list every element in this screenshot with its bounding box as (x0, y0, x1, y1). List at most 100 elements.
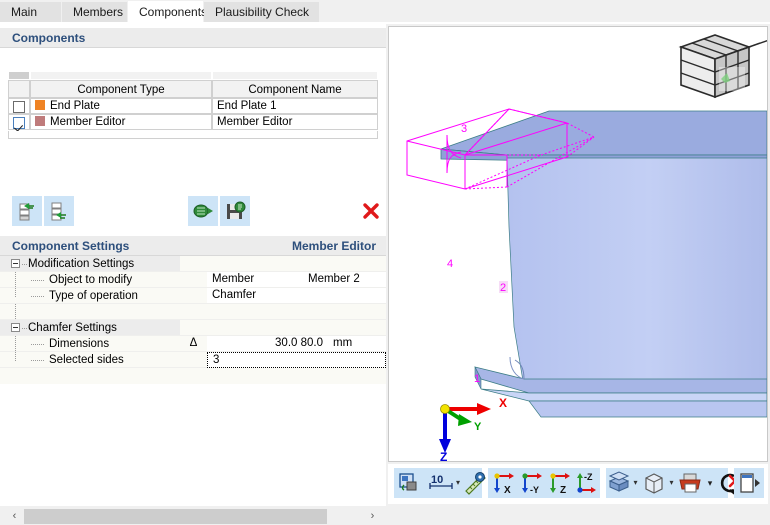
settings-group-modification[interactable]: Modification Settings (0, 256, 386, 272)
dimensions-unit: mm (328, 336, 386, 352)
tree-line (15, 288, 16, 297)
checkbox-member-editor[interactable] (13, 117, 25, 129)
render-mode-icon (399, 473, 417, 491)
row-component-name[interactable]: End Plate 1 (212, 98, 378, 114)
node-label-1: 1 (474, 373, 480, 385)
settings-row-tree-cell: Object to modify (0, 272, 180, 288)
insert-component-icon (51, 202, 66, 221)
tree-line (15, 352, 16, 361)
settings-row-label: Object to modify (49, 274, 133, 286)
save-component-icon (227, 201, 246, 219)
view-z-icon: Z (550, 473, 570, 496)
navigation-cube (678, 34, 767, 99)
svg-text:-Y: -Y (530, 485, 539, 495)
color-swatch-icon (35, 100, 45, 110)
tab-components[interactable]: Components (128, 1, 207, 24)
model-viewport[interactable]: 3 4 2 1 X Y Z (388, 26, 768, 462)
settings-group-chamfer[interactable]: Chamfer Settings (0, 320, 386, 336)
settings-row-delta (180, 272, 207, 288)
application-window: Main Members Components Plausibility Che… (0, 0, 770, 525)
tree-line (31, 360, 45, 361)
scroll-thumb[interactable] (24, 509, 327, 524)
settings-row-value-1[interactable]: Member (207, 272, 303, 288)
tab-plausibility-check[interactable]: Plausibility Check (204, 2, 320, 23)
scale-button[interactable]: 10 (424, 468, 460, 498)
components-section-header: Components (0, 28, 386, 48)
display-mode-button[interactable] (606, 468, 632, 498)
column-header-component-type[interactable]: Component Type (30, 80, 212, 98)
settings-group-tree-cell: Modification Settings (0, 256, 180, 272)
table-row[interactable]: Member Editor Member Editor (8, 114, 378, 130)
tab-main[interactable]: Main (0, 2, 62, 23)
selected-sides-value[interactable]: 3 (207, 352, 386, 368)
table-empty-area (8, 131, 378, 139)
tab-members[interactable]: Members (62, 2, 128, 23)
settings-spacer-row (0, 304, 386, 320)
display-mode-arrow[interactable]: ▾ (631, 468, 640, 498)
node-label-2: 2 (500, 282, 506, 294)
settings-spacer-tree (0, 304, 180, 320)
toolbar-group-view: 10 ▾ (394, 468, 486, 498)
panel-toggle-button[interactable] (734, 468, 764, 498)
color-swatch-icon (35, 116, 45, 126)
print-button[interactable] (676, 468, 704, 498)
new-component-button[interactable] (12, 196, 42, 226)
settings-spacer-blank (180, 304, 386, 320)
view-z-button[interactable]: Z (544, 468, 572, 498)
view-iso-button[interactable]: -Z (572, 468, 600, 498)
axis-triad: X Y Z (439, 396, 507, 461)
tree-line (31, 344, 45, 345)
print-arrow[interactable]: ▾ (704, 468, 716, 498)
view-y-button[interactable]: -Y (516, 468, 544, 498)
settings-group-label: Modification Settings (28, 258, 135, 270)
insert-component-button[interactable] (44, 196, 74, 226)
dimensions-value[interactable]: 30.0 80.0 (207, 336, 328, 352)
measure-icon (465, 472, 486, 495)
settings-row-delta (180, 352, 207, 368)
left-panel-hscrollbar[interactable]: ‹ › (0, 508, 386, 525)
row-component-type-label: End Plate (50, 100, 100, 112)
import-component-icon (193, 204, 213, 218)
svg-text:10: 10 (431, 474, 443, 486)
print-icon (679, 473, 701, 493)
settings-row-value-2[interactable]: Member 2 (303, 272, 386, 288)
wireframe-button[interactable] (640, 468, 668, 498)
column-header-component-name[interactable]: Component Name (212, 80, 378, 98)
wireframe-icon (645, 473, 663, 494)
settings-group-tree-cell: Chamfer Settings (0, 320, 180, 336)
view-x-button[interactable]: X (488, 468, 516, 498)
settings-row-object-to-modify[interactable]: Object to modify Member Member 2 (0, 272, 386, 288)
settings-row-type-of-operation[interactable]: Type of operation Chamfer (0, 288, 386, 304)
wireframe-arrow[interactable]: ▾ (667, 468, 676, 498)
collapse-icon[interactable] (11, 259, 20, 268)
table-row[interactable]: End Plate End Plate 1 (8, 98, 378, 114)
save-component-button[interactable] (220, 196, 250, 226)
scroll-right-arrow[interactable]: › (364, 508, 381, 525)
components-toolbar (8, 196, 379, 226)
toolbar-group-views: X -Y Z -Z (488, 468, 600, 498)
checkbox-end-plate[interactable] (13, 101, 25, 113)
delete-component-button[interactable] (356, 196, 386, 226)
row-checkbox-cell[interactable] (8, 98, 30, 114)
measure-button[interactable] (462, 468, 488, 498)
row-checkbox-cell[interactable] (8, 114, 30, 130)
settings-row-label: Dimensions (49, 338, 110, 350)
settings-bottom-blank (180, 368, 386, 384)
settings-row-label: Selected sides (49, 354, 124, 366)
import-component-button[interactable] (188, 196, 218, 226)
settings-row-dimensions[interactable]: Dimensions Δ 30.0 80.0 mm (0, 336, 386, 352)
tree-line (15, 272, 16, 288)
view-y-icon: -Y (522, 473, 542, 495)
settings-bottom-tree (0, 368, 180, 384)
settings-row-value-1[interactable]: Chamfer (207, 288, 386, 304)
settings-row-selected-sides[interactable]: Selected sides 3 (0, 352, 386, 368)
tree-line (15, 336, 16, 352)
toolbar-group-panel (734, 468, 764, 498)
toolbar-group-display: ▾ ▾ ▾ (606, 468, 742, 498)
render-mode-button[interactable] (394, 468, 424, 498)
axis-label-z: Z (440, 450, 447, 461)
row-component-name[interactable]: Member Editor (212, 114, 378, 130)
tree-line (22, 264, 27, 265)
column-header-check[interactable] (8, 80, 30, 98)
collapse-icon[interactable] (11, 323, 20, 332)
